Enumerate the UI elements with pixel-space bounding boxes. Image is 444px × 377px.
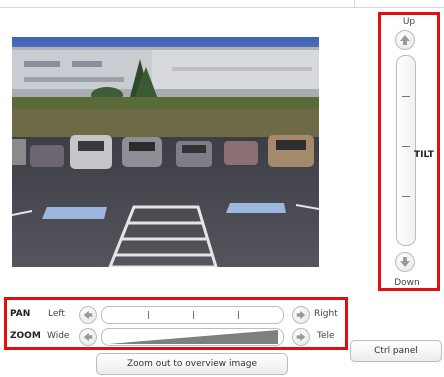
zoom-out-overview-button[interactable]: Zoom out to overview image (96, 353, 288, 375)
pan-zoom-panel: PAN Left Right ZOOM Wide Tele (4, 297, 348, 350)
tilt-tick (402, 96, 410, 97)
pan-left-button[interactable] (79, 306, 97, 324)
parking-lot-image (12, 37, 319, 267)
tilt-label: TILT (414, 150, 434, 160)
pan-tick (148, 311, 149, 319)
top-divider (0, 0, 444, 8)
arrow-left-icon (83, 332, 93, 342)
pan-tick (238, 311, 239, 319)
tilt-up-label: Up (402, 17, 416, 27)
zoom-wide-button[interactable] (79, 328, 97, 346)
arrow-right-icon (296, 332, 306, 342)
tilt-tick (402, 196, 410, 197)
arrow-up-icon (400, 35, 410, 45)
pan-tick (193, 311, 194, 319)
arrow-down-icon (400, 257, 410, 267)
tilt-control-panel: Up TILT Down (378, 12, 440, 291)
pan-slider[interactable] (101, 306, 284, 324)
zoom-wide-label: Wide (47, 331, 70, 341)
tilt-tick (402, 146, 410, 147)
side-divider (354, 0, 355, 8)
zoom-tele-label: Tele (317, 331, 335, 341)
arrow-left-icon (83, 310, 93, 320)
zoom-tele-button[interactable] (292, 328, 310, 346)
tilt-down-button[interactable] (395, 252, 415, 272)
pan-left-label: Left (48, 309, 65, 319)
live-video-view[interactable] (12, 37, 319, 267)
pan-right-button[interactable] (292, 306, 310, 324)
zoom-label: ZOOM (10, 331, 41, 341)
tilt-slider[interactable] (396, 55, 416, 246)
pan-right-label: Right (314, 309, 338, 319)
pan-label: PAN (10, 309, 31, 319)
zoom-wedge-graphic (108, 330, 278, 344)
arrow-right-icon (296, 310, 306, 320)
ctrl-panel-button[interactable]: Ctrl panel (350, 340, 442, 362)
tilt-up-button[interactable] (395, 30, 415, 50)
tilt-down-label: Down (394, 278, 420, 288)
zoom-slider[interactable] (101, 328, 284, 346)
